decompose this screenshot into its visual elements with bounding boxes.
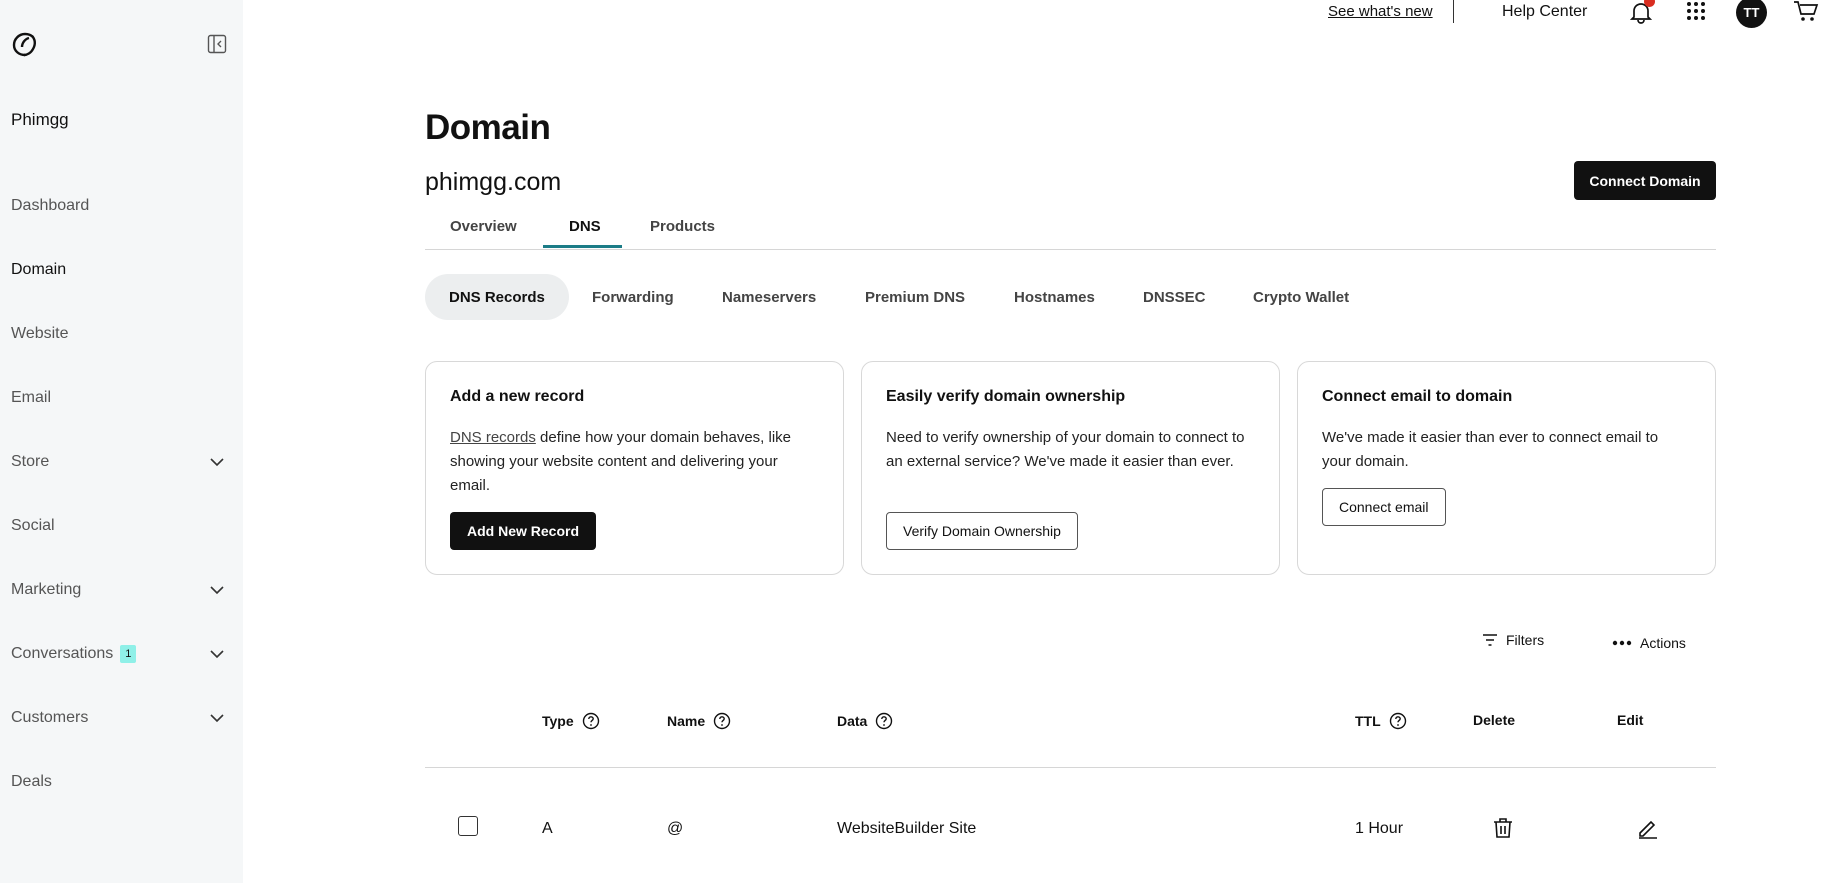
- tab-products[interactable]: Products: [650, 218, 715, 235]
- help-circle-icon[interactable]: [713, 712, 731, 730]
- help-circle-icon[interactable]: [875, 712, 893, 730]
- table-divider: [425, 767, 1716, 768]
- topbar-divider: [1453, 0, 1454, 23]
- add-new-record-button[interactable]: Add New Record: [450, 512, 597, 550]
- verify-ownership-card: Easily verify domain ownership Need to v…: [861, 361, 1280, 575]
- sidebar-item-deals[interactable]: Deals: [0, 762, 243, 802]
- sidebar-item-label: Marketing: [11, 581, 82, 598]
- column-header-label: Data: [837, 713, 868, 729]
- sidebar-item-label: Website: [11, 325, 69, 342]
- connect-email-button[interactable]: Connect email: [1322, 488, 1446, 526]
- sidebar-item-label: Store: [11, 453, 50, 470]
- edit-pencil-icon[interactable]: [1636, 816, 1660, 840]
- cell-name: @: [667, 820, 684, 837]
- sidebar-item-label: Deals: [11, 773, 52, 790]
- avatar[interactable]: TT: [1736, 0, 1767, 28]
- connect-domain-button[interactable]: Connect Domain: [1574, 161, 1716, 200]
- more-horizontal-icon: [1612, 640, 1632, 646]
- verify-domain-ownership-button[interactable]: Verify Domain Ownership: [886, 512, 1078, 550]
- active-tab-indicator: [543, 245, 622, 248]
- whats-new-link[interactable]: See what's new: [1328, 3, 1433, 20]
- site-name[interactable]: Phimgg: [11, 110, 69, 130]
- filter-icon: [1483, 634, 1497, 646]
- sidebar-item-email[interactable]: Email: [0, 378, 243, 418]
- sidebar-item-dashboard[interactable]: Dashboard: [0, 186, 243, 226]
- sidebar-item-domain[interactable]: Domain: [0, 250, 243, 290]
- subtab-crypto-wallet[interactable]: Crypto Wallet: [1229, 274, 1373, 320]
- chevron-down-icon: [210, 458, 224, 467]
- chevron-down-icon: [210, 586, 224, 595]
- sidebar-item-marketing[interactable]: Marketing: [0, 570, 243, 610]
- connect-email-card: Connect email to domain We've made it ea…: [1297, 361, 1716, 575]
- sidebar-item-label: Customers: [11, 709, 89, 726]
- filters-button[interactable]: Filters: [1482, 632, 1544, 648]
- cell-type: A: [542, 820, 553, 837]
- column-header-edit: Edit: [1617, 712, 1644, 728]
- card-description: DNS records define how your domain behav…: [450, 426, 819, 498]
- sidebar-item-label: Conversations: [11, 645, 114, 662]
- tab-overview[interactable]: Overview: [450, 218, 517, 235]
- collapse-sidebar-icon[interactable]: [207, 34, 227, 54]
- card-description: We've made it easier than ever to connec…: [1322, 429, 1659, 470]
- column-header-delete: Delete: [1473, 712, 1516, 728]
- actions-label: Actions: [1640, 635, 1686, 651]
- sidebar-item-label: Domain: [11, 261, 67, 278]
- cell-data: WebsiteBuilder Site: [837, 820, 977, 837]
- chevron-down-icon: [210, 650, 224, 659]
- sidebar-item-store[interactable]: Store: [0, 442, 243, 482]
- help-circle-icon[interactable]: [582, 712, 600, 730]
- apps-grid-icon[interactable]: [1686, 1, 1706, 21]
- tab-dns[interactable]: DNS: [569, 218, 601, 235]
- subtab-dnssec[interactable]: DNSSEC: [1119, 274, 1230, 320]
- help-circle-icon[interactable]: [1389, 712, 1407, 730]
- card-title: Add a new record: [450, 388, 585, 405]
- sidebar-item-conversations[interactable]: Conversations 1: [0, 634, 243, 674]
- card-title: Connect email to domain: [1322, 388, 1513, 405]
- column-header-label: Type: [542, 713, 574, 729]
- domain-name: phimgg.com: [425, 168, 562, 196]
- sidebar-item-social[interactable]: Social: [0, 506, 243, 546]
- subtab-premium-dns[interactable]: Premium DNS: [841, 274, 989, 320]
- trash-icon[interactable]: [1491, 816, 1515, 840]
- sidebar: Phimgg Dashboard Domain Website Email St…: [0, 0, 243, 883]
- column-header-name[interactable]: Name: [667, 712, 731, 730]
- column-header-label: TTL: [1355, 713, 1381, 729]
- page-title: Domain: [425, 108, 551, 147]
- sidebar-item-customers[interactable]: Customers: [0, 698, 243, 738]
- subtab-nameservers[interactable]: Nameservers: [698, 274, 840, 320]
- subtab-dns-records[interactable]: DNS Records: [425, 274, 569, 320]
- row-checkbox[interactable]: [458, 816, 478, 836]
- subtab-forwarding[interactable]: Forwarding: [568, 274, 698, 320]
- subtab-hostnames[interactable]: Hostnames: [990, 274, 1119, 320]
- column-header-label: Name: [667, 713, 706, 729]
- cart-icon[interactable]: [1793, 0, 1819, 22]
- godaddy-logo-icon[interactable]: [10, 30, 40, 58]
- notification-dot: [1644, 0, 1655, 7]
- column-header-ttl[interactable]: TTL: [1355, 712, 1407, 730]
- sidebar-item-label: Social: [11, 517, 55, 534]
- sidebar-item-label: Email: [11, 389, 52, 406]
- actions-button[interactable]: Actions: [1612, 635, 1686, 651]
- add-record-card: Add a new record DNS records define how …: [425, 361, 844, 575]
- unread-badge: 1: [120, 645, 137, 663]
- filters-label: Filters: [1506, 632, 1545, 648]
- card-title: Easily verify domain ownership: [886, 388, 1126, 405]
- card-description: Need to verify ownership of your domain …: [886, 429, 1245, 470]
- chevron-down-icon: [210, 714, 224, 723]
- help-center-link[interactable]: Help Center: [1502, 3, 1587, 21]
- column-header-data[interactable]: Data: [837, 712, 893, 730]
- cell-ttl: 1 Hour: [1355, 820, 1404, 837]
- dns-records-link[interactable]: DNS records: [450, 429, 536, 446]
- column-header-type[interactable]: Type: [542, 712, 600, 730]
- sidebar-item-label: Dashboard: [11, 197, 90, 214]
- sidebar-item-website[interactable]: Website: [0, 314, 243, 354]
